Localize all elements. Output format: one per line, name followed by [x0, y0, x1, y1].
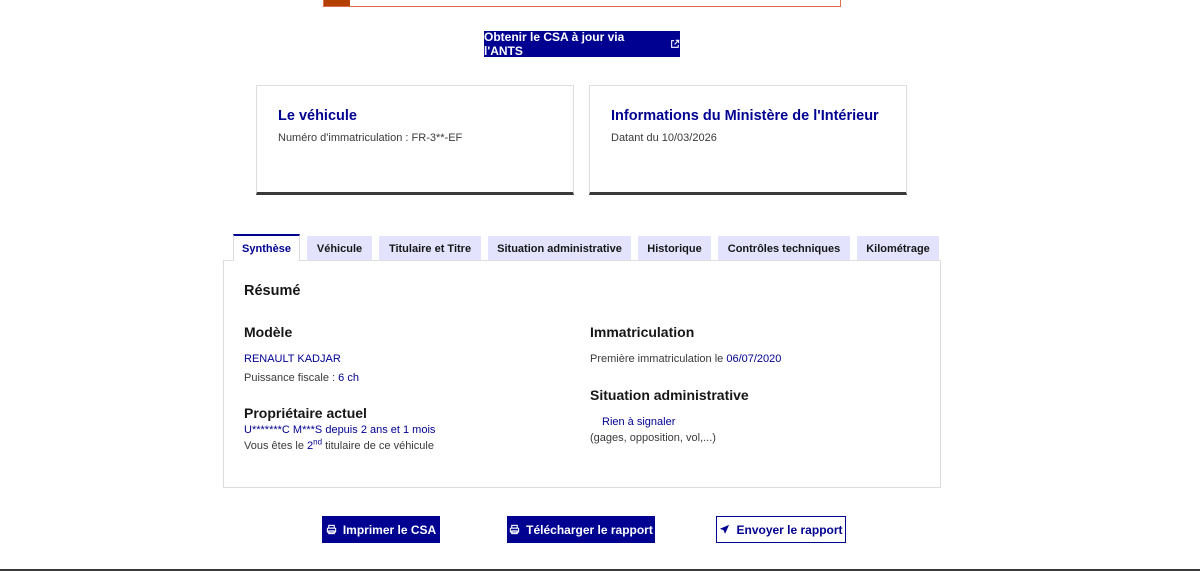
fiscal-power: Puissance fiscale : 6 ch [244, 372, 359, 384]
owner-line: U*******C M***S depuis 2 ans et 1 mois [244, 424, 435, 436]
tab-situation-administrative[interactable]: Situation administrative [488, 236, 631, 261]
ministry-card: Informations du Ministère de l'Intérieur… [589, 85, 907, 195]
registration-heading: Immatriculation [590, 324, 695, 340]
printer-icon [326, 524, 336, 535]
vehicle-card: Le véhicule Numéro d'immatriculation : F… [256, 85, 574, 195]
model-heading: Modèle [244, 324, 293, 340]
download-report-label: Télécharger le rapport [526, 522, 653, 537]
download-report-button[interactable]: Télécharger le rapport [507, 516, 655, 543]
ministry-card-title: Informations du Ministère de l'Intérieur [611, 108, 879, 124]
ants-csa-button[interactable]: Obtenir le CSA à jour via l'ANTS [484, 30, 680, 58]
owner-name: U*******C M***S [244, 424, 323, 436]
ministry-card-date: Datant du 10/03/2026 [611, 132, 717, 144]
owner-rank: Vous êtes le 2nd titulaire de ce véhicul… [244, 437, 434, 452]
owner-since-value: 2 ans et 1 mois [360, 424, 436, 436]
alert-box-fragment [323, 0, 841, 7]
ants-csa-label: Obtenir le CSA à jour via l'ANTS [484, 30, 625, 58]
admin-details: (gages, opposition, vol,...) [590, 432, 716, 444]
tab-historique[interactable]: Historique [638, 236, 711, 261]
owner-rank-suffix: nd [313, 437, 323, 447]
alert-accent-bar [324, 0, 350, 6]
fiscal-power-label: Puissance fiscale : [244, 372, 336, 384]
admin-situation-heading: Situation administrative [590, 387, 749, 403]
send-report-button[interactable]: Envoyer le rapport [716, 516, 846, 543]
synthese-panel: Résumé Modèle RENAULT KADJAR Puissance f… [223, 260, 941, 488]
print-csa-label: Imprimer le CSA [342, 522, 437, 537]
first-registration-label: Première immatriculation le [590, 353, 724, 365]
owner-rank-value: 2nd [307, 437, 323, 452]
first-registration: Première immatriculation le 06/07/2020 [590, 353, 781, 365]
model-name: RENAULT KADJAR [244, 353, 341, 365]
send-icon [720, 524, 730, 534]
vehicle-card-title: Le véhicule [278, 108, 357, 124]
tab-kilometrage[interactable]: Kilométrage [857, 236, 939, 261]
print-csa-button[interactable]: Imprimer le CSA [322, 516, 440, 543]
tab-vehicule[interactable]: Véhicule [307, 236, 372, 261]
fiscal-power-value: 6 ch [338, 372, 359, 384]
owner-rank-prefix: Vous êtes le [244, 440, 304, 452]
owner-heading: Propriétaire actuel [244, 405, 367, 421]
admin-status: Rien à signaler [602, 416, 676, 428]
owner-rank-end: titulaire de ce véhicule [325, 440, 434, 452]
owner-since-label: depuis [325, 424, 358, 436]
first-registration-date: 06/07/2020 [726, 353, 782, 365]
printer-icon [509, 524, 520, 535]
tab-synthese[interactable]: Synthèse [233, 234, 300, 261]
vehicle-registration-number: Numéro d'immatriculation : FR-3**-EF [278, 132, 463, 144]
report-tabs: Synthèse Véhicule Titulaire et Titre Sit… [233, 234, 946, 261]
summary-heading: Résumé [244, 283, 301, 299]
send-report-label: Envoyer le rapport [736, 522, 843, 537]
external-link-icon [671, 39, 680, 48]
tab-titulaire-titre[interactable]: Titulaire et Titre [379, 236, 481, 261]
tab-controles-techniques[interactable]: Contrôles techniques [718, 236, 850, 261]
